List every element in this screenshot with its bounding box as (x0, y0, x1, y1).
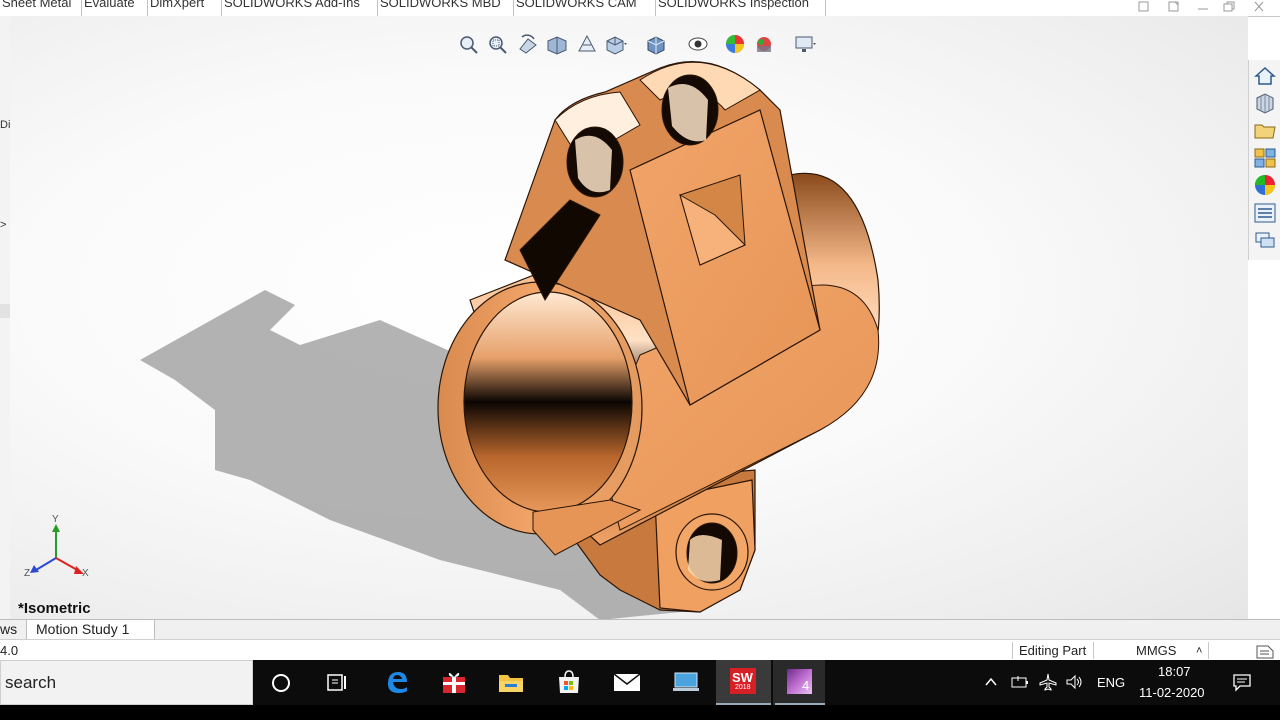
left-strip-label: Di (0, 119, 11, 131)
solidworks-icon: SW 2018 (730, 668, 756, 694)
tab-solidworks-inspection[interactable]: SOLIDWORKS Inspection (656, 0, 826, 16)
reference-triad[interactable]: Y X Z (24, 514, 94, 582)
tab-motion-study-1[interactable]: Motion Study 1 (27, 620, 155, 639)
units-arrow-icon[interactable]: ˄ (1196, 640, 1202, 661)
remote-desktop-icon[interactable] (672, 670, 700, 694)
design-library-icon[interactable] (1253, 91, 1277, 115)
chevron-up-icon[interactable] (983, 674, 999, 690)
left-strip-arrow[interactable]: > (0, 219, 6, 231)
model-motion-tabs: ws Motion Study 1 (0, 619, 1280, 640)
hide-show-icon[interactable] (686, 33, 710, 55)
image-app-icon: 4 (787, 669, 812, 694)
status-separator (1208, 642, 1209, 659)
gift-icon[interactable] (441, 669, 467, 695)
apply-scene-icon[interactable] (753, 33, 777, 55)
tab-dimxpert[interactable]: DimXpert (148, 0, 222, 16)
view-orientation-icon[interactable] (604, 33, 628, 55)
file-explorer-icon[interactable] (1253, 118, 1277, 142)
view-palette-icon[interactable] (1253, 146, 1277, 170)
view-settings-icon[interactable] (793, 33, 817, 55)
triad-y-label: Y (52, 514, 59, 525)
task-view-icon[interactable] (326, 672, 348, 694)
tab-sheet-metal[interactable]: Sheet Metal (0, 0, 82, 16)
mail-icon[interactable] (613, 671, 641, 693)
tab-evaluate[interactable]: Evaluate (82, 0, 148, 16)
battery-icon[interactable] (1010, 673, 1030, 691)
previous-view-icon[interactable] (516, 33, 540, 55)
tab-solidworks-cam[interactable]: SOLIDWORKS CAM (514, 0, 656, 16)
store-icon[interactable] (556, 669, 582, 695)
file-explorer-icon[interactable] (498, 670, 524, 694)
image-app-taskbar-button[interactable]: 4 (773, 660, 825, 705)
volume-icon[interactable] (1064, 673, 1084, 691)
customize-status-icon[interactable] (1254, 642, 1276, 660)
triad-x-label: X (82, 568, 89, 579)
status-editing-part: Editing Part (1019, 643, 1087, 658)
solidworks-badge: SW (732, 670, 753, 685)
task-pane (1248, 60, 1280, 260)
cascade-window-icon[interactable] (1136, 1, 1150, 13)
dynamic-annotation-icon[interactable] (575, 33, 599, 55)
screen-bottom-edge (0, 705, 1280, 720)
status-bar: 4.0 Editing Part MMGS ˄ (0, 639, 1280, 661)
cortana-icon[interactable] (270, 672, 292, 694)
tab-solidworks-add-ins[interactable]: SOLIDWORKS Add-Ins (222, 0, 378, 16)
clock-time[interactable]: 18:07 (1158, 664, 1191, 679)
solidworks-year: 2018 (735, 684, 751, 691)
taskbar-search-box[interactable]: search (0, 660, 253, 705)
tab-3d-views-partial[interactable]: ws (0, 620, 27, 639)
edge-icon[interactable] (384, 669, 410, 695)
tile-window-icon[interactable] (1166, 1, 1180, 13)
image-app-badge: 4 (802, 678, 810, 693)
status-separator (1093, 642, 1094, 659)
edit-appearance-icon[interactable] (723, 33, 747, 55)
status-units[interactable]: MMGS (1136, 640, 1176, 661)
forum-icon[interactable] (1253, 228, 1277, 252)
command-manager-tabs: Sheet Metal Evaluate DimXpert SOLIDWORKS… (0, 0, 1280, 17)
status-separator (1012, 642, 1013, 659)
tab-solidworks-mbd[interactable]: SOLIDWORKS MBD (378, 0, 514, 16)
action-center-icon[interactable] (1232, 672, 1252, 692)
custom-properties-icon[interactable] (1253, 201, 1277, 225)
status-version: 4.0 (0, 643, 19, 658)
minimize-icon[interactable] (1196, 1, 1210, 13)
home-icon[interactable] (1253, 64, 1277, 88)
display-style-icon[interactable] (644, 33, 668, 55)
appearances-icon[interactable] (1253, 173, 1277, 197)
view-orientation-label: *Isometric (18, 600, 91, 617)
zoom-to-fit-icon[interactable] (457, 33, 481, 55)
close-icon[interactable] (1252, 1, 1266, 13)
model-view (140, 61, 880, 619)
section-view-icon[interactable] (545, 33, 569, 55)
zoom-to-area-icon[interactable] (486, 33, 510, 55)
graphics-area[interactable]: Y X Z (10, 16, 1248, 619)
triad-z-label: Z (24, 568, 31, 579)
airplane-mode-icon[interactable] (1038, 672, 1058, 692)
splitter-handle[interactable] (0, 304, 10, 318)
restore-icon[interactable] (1222, 1, 1236, 13)
solidworks-taskbar-button[interactable]: SW 2018 (716, 660, 771, 705)
clock-date[interactable]: 11-02-2020 (1139, 685, 1205, 700)
taskbar-search-text: search (5, 673, 57, 692)
language-indicator[interactable]: ENG (1097, 675, 1125, 690)
